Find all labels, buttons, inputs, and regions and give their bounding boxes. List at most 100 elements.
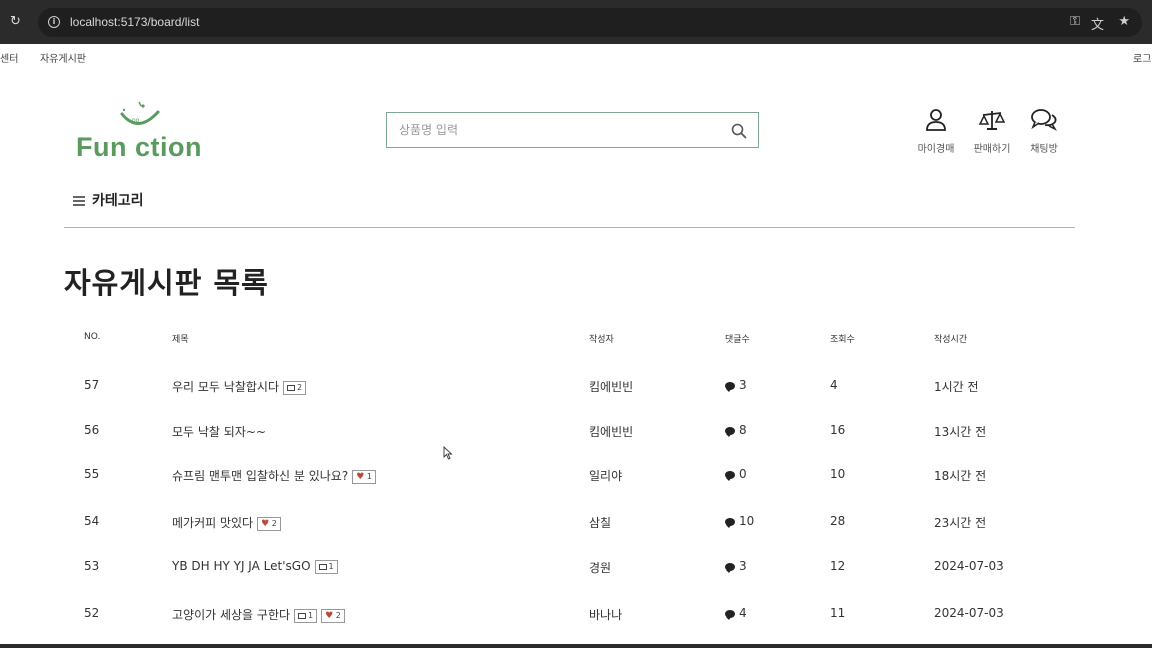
mouse-cursor-icon — [443, 446, 453, 460]
image-icon — [298, 612, 307, 619]
row-author[interactable]: 킴에빈빈 — [589, 423, 633, 440]
comment-icon — [725, 563, 735, 573]
image-count: 2 — [297, 382, 303, 392]
col-header-comments: 댓글수 — [725, 335, 750, 345]
search-box — [386, 112, 759, 148]
row-views: 4 — [830, 378, 838, 392]
comment-count: 4 — [739, 606, 747, 620]
row-comments: 0 — [725, 467, 747, 481]
row-title-cell[interactable]: 슈프림 맨투맨 입찰하신 분 있나요? ♥ 1 — [172, 467, 376, 484]
row-views: 10 — [830, 467, 846, 481]
translate-icon[interactable]: 文 — [1091, 14, 1104, 33]
scale-icon — [979, 111, 1005, 130]
site-logo[interactable]: oo Fun ction — [76, 100, 226, 162]
reload-icon[interactable]: ↻ — [10, 15, 24, 29]
bottom-edge — [0, 644, 1152, 648]
row-title[interactable]: YB DH HY YJ JA Let'sGO — [172, 559, 311, 573]
header-divider — [64, 227, 1075, 228]
table-row[interactable]: 52 고양이가 세상을 구한다 1 ♥ 2 바나나 4 11 2024-07-03 — [64, 594, 1075, 634]
row-no: 57 — [84, 378, 100, 392]
category-menu[interactable]: 카테고리 — [72, 190, 144, 210]
comment-count: 0 — [739, 467, 747, 481]
site-info-icon[interactable]: i — [48, 16, 60, 28]
row-title-cell[interactable]: YB DH HY YJ JA Let'sGO 1 — [172, 559, 338, 574]
row-author[interactable]: 바나나 — [589, 606, 622, 623]
my-auction-label: 마이경매 — [917, 144, 955, 155]
row-author[interactable]: 경원 — [589, 559, 611, 576]
row-title[interactable]: 슈프림 맨투맨 입찰하신 분 있나요? — [172, 469, 348, 483]
like-count: 2 — [333, 610, 341, 620]
sell-button[interactable]: 판매하기 — [964, 108, 1020, 155]
search-icon[interactable] — [730, 122, 748, 140]
row-author[interactable]: 삼칠 — [589, 514, 611, 531]
comment-count: 3 — [739, 378, 747, 392]
util-link-login[interactable]: 로그 — [1133, 50, 1151, 65]
table-row[interactable]: 57 우리 모두 낙찰합시다 2 킴에빈빈 3 4 1시간 전 — [64, 366, 1075, 406]
row-title-cell[interactable]: 모두 낙찰 되자~~ — [172, 423, 266, 440]
chat-room-button[interactable]: 채팅방 — [1016, 108, 1072, 155]
row-title[interactable]: 모두 낙찰 되자~~ — [172, 425, 266, 439]
row-title-cell[interactable]: 메가커피 맛있다 ♥ 2 — [172, 514, 281, 531]
row-author[interactable]: 일리야 — [589, 467, 622, 484]
col-header-title: 제목 — [172, 335, 189, 345]
table-row[interactable]: 55 슈프림 맨투맨 입찰하신 분 있나요? ♥ 1 일리야 0 10 18시간 전 — [64, 455, 1075, 495]
browser-toolbar: ↻ i localhost:5173/board/list ⚿ 文 ★ — [0, 0, 1152, 44]
col-header-views: 조회수 — [830, 335, 855, 345]
util-link-center[interactable]: 센터 — [0, 50, 18, 65]
util-link-board[interactable]: 자유게시판 — [40, 50, 86, 65]
row-no: 54 — [84, 514, 100, 528]
bookmark-star-icon[interactable]: ★ — [1118, 14, 1130, 29]
row-time: 23시간 전 — [934, 516, 987, 530]
row-no: 55 — [84, 467, 100, 481]
row-no: 56 — [84, 423, 100, 437]
table-row[interactable]: 54 메가커피 맛있다 ♥ 2 삼칠 10 28 23시간 전 — [64, 502, 1075, 542]
address-bar[interactable]: i localhost:5173/board/list ⚿ 文 ★ — [38, 8, 1142, 37]
table-row[interactable]: 56 모두 낙찰 되자~~ 킴에빈빈 8 16 13시간 전 — [64, 411, 1075, 451]
comment-count: 3 — [739, 559, 747, 573]
col-header-no: NO. — [84, 332, 101, 342]
image-count-badge: 1 — [294, 608, 318, 623]
row-title[interactable]: 우리 모두 낙찰합시다 — [172, 380, 279, 394]
row-no: 53 — [84, 559, 100, 573]
sell-label: 판매하기 — [973, 144, 1011, 155]
comment-count: 8 — [739, 423, 747, 437]
row-views: 28 — [830, 514, 846, 528]
col-header-author: 작성자 — [589, 335, 614, 345]
heart-icon: ♥ — [325, 610, 334, 621]
image-count: 1 — [308, 610, 314, 620]
my-auction-button[interactable]: 마이경매 — [908, 108, 964, 155]
user-icon — [926, 109, 946, 131]
col-header-time: 작성시간 — [934, 335, 968, 345]
like-count-badge: ♥ 1 — [352, 469, 376, 484]
search-input[interactable] — [399, 121, 719, 139]
hamburger-menu-icon — [73, 196, 85, 206]
row-comments: 3 — [725, 559, 747, 573]
like-count-badge: ♥ 2 — [257, 516, 281, 531]
row-time: 2024-07-03 — [934, 559, 1004, 573]
url-text: localhost:5173/board/list — [70, 15, 200, 29]
svg-text:oo: oo — [132, 117, 140, 124]
row-views: 12 — [830, 559, 846, 573]
row-comments: 8 — [725, 423, 747, 437]
category-label: 카테고리 — [92, 193, 144, 209]
chat-bubbles-icon — [1031, 109, 1057, 131]
row-title-cell[interactable]: 고양이가 세상을 구한다 1 ♥ 2 — [172, 606, 345, 623]
row-time: 1시간 전 — [934, 380, 979, 394]
image-icon — [318, 563, 327, 570]
row-title[interactable]: 고양이가 세상을 구한다 — [172, 608, 290, 622]
like-count: 1 — [364, 471, 372, 481]
row-time: 13시간 전 — [934, 425, 987, 439]
row-title[interactable]: 메가커피 맛있다 — [172, 516, 253, 530]
comment-icon — [725, 471, 735, 481]
heart-icon: ♥ — [261, 518, 270, 529]
row-title-cell[interactable]: 우리 모두 낙찰합시다 2 — [172, 378, 307, 395]
page-title: 자유게시판 목록 — [64, 266, 269, 300]
logo-text: Fun ction — [76, 132, 202, 162]
row-no: 52 — [84, 606, 100, 620]
row-time: 18시간 전 — [934, 469, 987, 483]
image-icon — [287, 384, 295, 391]
comment-count: 10 — [739, 514, 755, 528]
key-icon[interactable]: ⚿ — [1070, 14, 1080, 29]
row-author[interactable]: 킴에빈빈 — [589, 378, 633, 395]
table-row[interactable]: 53 YB DH HY YJ JA Let'sGO 1 경원 3 12 2024-07-03 — [64, 547, 1075, 587]
